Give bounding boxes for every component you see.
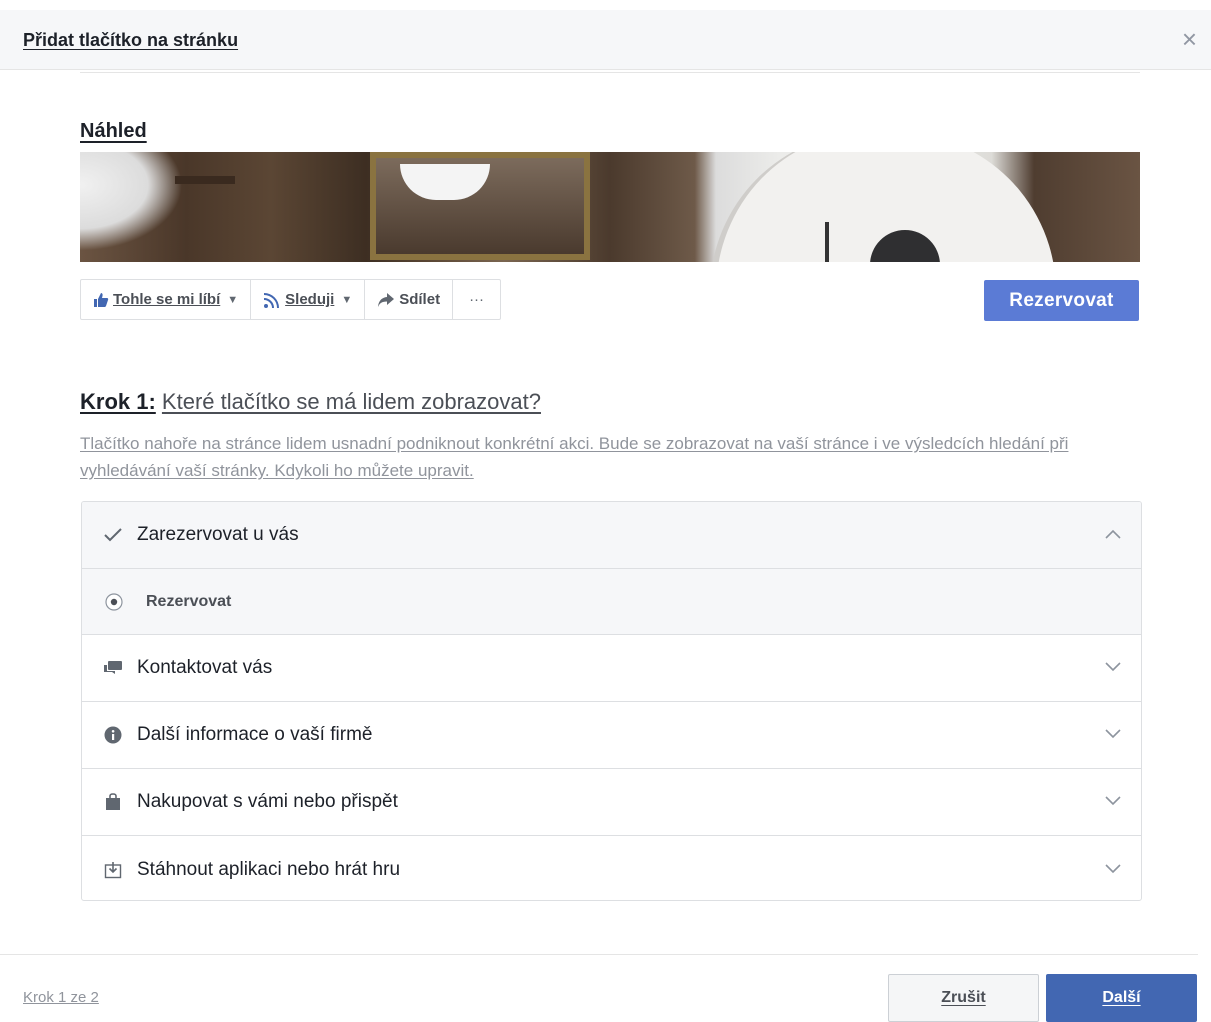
rss-icon bbox=[263, 291, 281, 309]
option-label: Nakupovat s vámi nebo přispět bbox=[137, 791, 398, 812]
more-icon: ··· bbox=[469, 291, 485, 308]
download-icon bbox=[103, 860, 123, 880]
info-icon bbox=[103, 725, 123, 745]
caret-down-icon: ▼ bbox=[227, 293, 239, 306]
next-label: Další bbox=[1102, 989, 1141, 1006]
share-arrow-icon bbox=[377, 292, 395, 308]
share-label: Sdílet bbox=[399, 291, 441, 308]
option-book[interactable]: Zarezervovat u vás bbox=[82, 502, 1141, 569]
option-shop[interactable]: Nakupovat s vámi nebo přispět bbox=[82, 769, 1141, 836]
close-icon[interactable]: × bbox=[1182, 26, 1197, 52]
option-label: Rezervovat bbox=[146, 592, 232, 610]
option-label: Stáhnout aplikaci nebo hrát hru bbox=[137, 858, 401, 880]
option-book-rezervovat[interactable]: Rezervovat bbox=[82, 569, 1141, 635]
book-cta-button[interactable]: Rezervovat bbox=[984, 280, 1139, 321]
share-button[interactable]: Sdílet bbox=[365, 280, 454, 319]
footer-divider bbox=[0, 954, 1198, 955]
check-icon bbox=[103, 525, 123, 545]
button-options-list: Zarezervovat u vás Rezervovat Kontaktova… bbox=[81, 501, 1142, 901]
option-label: Další informace o vaší firmě bbox=[137, 724, 373, 745]
caret-down-icon: ▼ bbox=[341, 293, 353, 306]
thumbs-up-icon bbox=[93, 292, 109, 308]
step-title: Krok 1: Které tlačítko se má lidem zobra… bbox=[80, 389, 541, 415]
like-button[interactable]: Tohle se mi líbí ▼ bbox=[81, 280, 252, 319]
divider bbox=[80, 72, 1140, 73]
preview-label: Náhled bbox=[80, 120, 147, 142]
follow-button[interactable]: Sleduji ▼ bbox=[251, 280, 366, 319]
chevron-down-icon bbox=[1105, 726, 1121, 744]
option-contact[interactable]: Kontaktovat vás bbox=[82, 635, 1141, 702]
cancel-button[interactable]: Zrušit bbox=[888, 974, 1039, 1022]
option-app[interactable]: Stáhnout aplikaci nebo hrát hru bbox=[82, 836, 1141, 900]
chevron-down-icon bbox=[1105, 861, 1121, 879]
chat-bubbles-icon bbox=[103, 658, 123, 678]
chevron-down-icon bbox=[1105, 793, 1121, 811]
option-label: Zarezervovat u vás bbox=[137, 524, 299, 545]
like-label: Tohle se mi líbí bbox=[113, 291, 221, 308]
step-question: Které tlačítko se má lidem zobrazovat? bbox=[161, 389, 541, 414]
more-button[interactable]: ··· bbox=[453, 280, 500, 319]
radio-selected-icon[interactable] bbox=[104, 592, 124, 612]
step-counter: Krok 1 ze 2 bbox=[23, 989, 99, 1006]
dialog-title: Přidat tlačítko na stránku bbox=[23, 30, 239, 50]
chevron-down-icon bbox=[1105, 659, 1121, 677]
dialog-header: Přidat tlačítko na stránku × bbox=[0, 10, 1211, 70]
cover-photo bbox=[80, 152, 1140, 262]
option-label: Kontaktovat vás bbox=[137, 657, 273, 678]
shopping-bag-icon bbox=[103, 792, 123, 812]
step-description: Tlačítko nahoře na stránce lidem usnadní… bbox=[80, 434, 1069, 480]
option-info[interactable]: Další informace o vaší firmě bbox=[82, 702, 1141, 769]
page-action-bar: Tohle se mi líbí ▼ Sleduji ▼ Sdílet ··· bbox=[80, 279, 502, 320]
next-button[interactable]: Další bbox=[1046, 974, 1197, 1022]
chevron-up-icon bbox=[1105, 526, 1121, 544]
follow-label: Sleduji bbox=[285, 291, 335, 308]
cancel-label: Zrušit bbox=[941, 989, 986, 1006]
step-prefix: Krok 1: bbox=[80, 389, 156, 414]
